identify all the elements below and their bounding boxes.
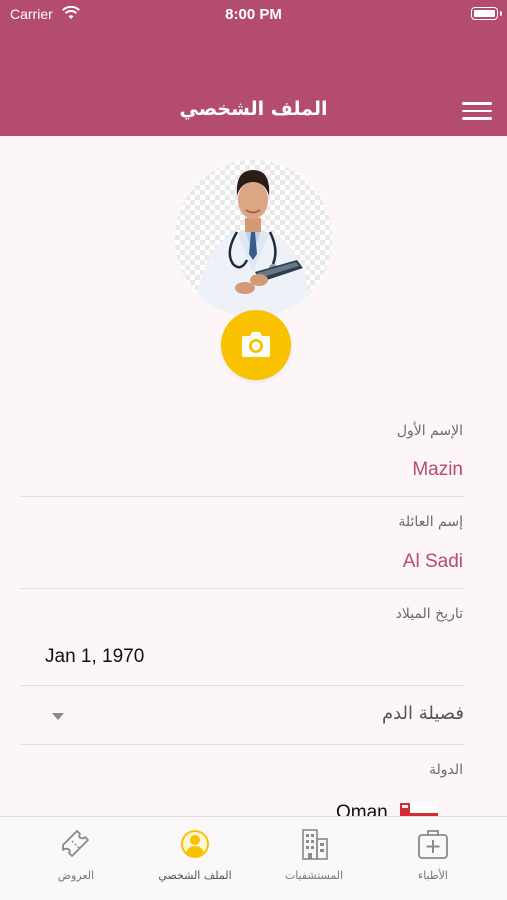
hamburger-menu-icon[interactable] [462,102,492,120]
profile-icon [181,830,209,858]
hospital-building-icon [302,829,328,860]
divider [20,496,464,497]
camera-icon [242,332,270,357]
tab-label: العروض [57,869,95,882]
blood-type-placeholder: فصيلة الدم [381,703,464,724]
last-name-field[interactable]: Al Sadi [403,551,463,573]
first-name-field[interactable]: Mazin [412,459,463,481]
divider [20,685,464,686]
tab-hospitals[interactable]: المستشفيات [251,817,377,900]
dropdown-caret-icon [52,713,64,720]
country-label: الدولة [428,762,463,778]
battery-icon [471,7,502,20]
app-header: Carrier 8:00 PM الملف الشخصي [0,0,507,136]
last-name-label: إسم العائلة [398,514,463,530]
tab-profile[interactable]: الملف الشخصي [132,817,258,900]
birth-date-field[interactable]: Jan 1, 1970 [45,646,144,668]
page-title: الملف الشخصي [179,98,328,120]
medical-kit-icon [418,830,448,859]
tab-offers[interactable]: العروض [13,817,139,900]
bottom-tab-bar: العروض الملف الشخصي المستشفيات الأطباء [0,816,507,900]
tab-label: الأطباء [418,869,448,882]
ticket-icon [62,830,89,857]
divider [20,588,464,589]
divider [20,744,464,745]
first-name-label: الإسم الأول [396,423,463,439]
status-time: 8:00 PM [225,6,282,23]
birth-date-label: تاريخ الميلاد [395,606,463,622]
change-photo-button[interactable] [221,310,291,380]
blood-type-select[interactable]: فصيلة الدم [20,689,464,745]
tab-doctors[interactable]: الأطباء [370,817,496,900]
status-bar: Carrier 8:00 PM [0,0,507,30]
profile-avatar [175,160,332,317]
tab-label: المستشفيات [284,869,344,882]
tab-label: الملف الشخصي [158,869,232,882]
